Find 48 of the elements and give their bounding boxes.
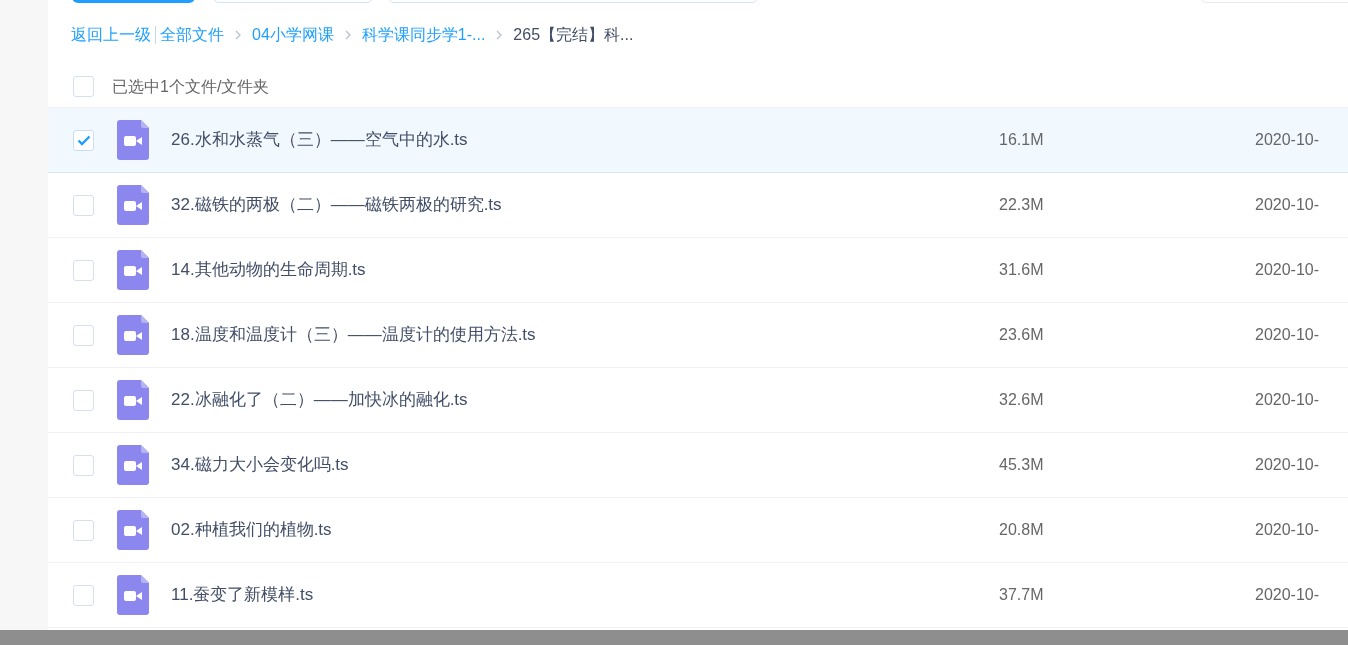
check-icon bbox=[76, 134, 91, 146]
file-size: 16.1M bbox=[999, 130, 1045, 150]
file-name[interactable]: 32.磁铁的两极（二）——磁铁两极的研究.ts bbox=[171, 192, 871, 218]
file-size: 20.8M bbox=[999, 520, 1045, 540]
checkbox[interactable] bbox=[73, 259, 94, 281]
file-date: 2020-10- bbox=[1255, 130, 1320, 150]
video-file-icon bbox=[117, 575, 149, 615]
file-size: 22.3M bbox=[999, 195, 1045, 215]
file-date: 2020-10- bbox=[1255, 520, 1320, 540]
file-name[interactable]: 11.蚕变了新模样.ts bbox=[171, 582, 871, 608]
checkbox[interactable] bbox=[73, 76, 94, 97]
video-file-icon bbox=[117, 120, 149, 160]
file-date: 2020-10- bbox=[1255, 325, 1320, 345]
checkbox[interactable] bbox=[73, 454, 94, 476]
file-name[interactable]: 02.种植我们的植物.ts bbox=[171, 517, 871, 543]
file-size: 31.6M bbox=[999, 260, 1045, 280]
file-name[interactable]: 22.冰融化了（二）——加快冰的融化.ts bbox=[171, 387, 871, 413]
file-size: 45.3M bbox=[999, 455, 1045, 475]
checkbox[interactable] bbox=[73, 519, 94, 541]
file-name[interactable]: 18.温度和温度计（三）——温度计的使用方法.ts bbox=[171, 322, 871, 348]
checkbox[interactable] bbox=[73, 129, 94, 151]
file-size: 32.6M bbox=[999, 390, 1045, 410]
video-file-icon bbox=[117, 250, 149, 290]
video-file-icon bbox=[117, 380, 149, 420]
checkbox[interactable] bbox=[73, 584, 94, 606]
file-row[interactable]: 26.水和水蒸气（三）——空气中的水.ts 16.1M 2020-10- bbox=[48, 108, 1348, 173]
video-file-icon bbox=[117, 315, 149, 355]
file-name[interactable]: 34.磁力大小会变化吗.ts bbox=[171, 452, 871, 478]
chevron-icon bbox=[495, 30, 504, 40]
chevron-icon bbox=[343, 30, 352, 40]
selection-count: 已选中1个文件/文件夹 bbox=[112, 76, 270, 97]
checkbox[interactable] bbox=[73, 194, 94, 216]
video-file-icon bbox=[117, 185, 149, 225]
file-size: 23.6M bbox=[999, 325, 1045, 345]
breadcrumb-current: 265【完结】科... bbox=[513, 25, 634, 45]
video-file-icon bbox=[117, 510, 149, 550]
file-date: 2020-10- bbox=[1255, 195, 1320, 215]
checkbox[interactable] bbox=[73, 324, 94, 346]
file-size: 37.7M bbox=[999, 585, 1045, 605]
chevron-icon bbox=[234, 30, 242, 40]
file-date: 2020-10- bbox=[1255, 455, 1320, 475]
file-date: 2020-10- bbox=[1255, 585, 1320, 605]
file-name[interactable]: 26.水和水蒸气（三）——空气中的水.ts bbox=[171, 127, 871, 153]
video-file-icon bbox=[117, 445, 149, 485]
file-date: 2020-10- bbox=[1255, 390, 1320, 410]
checkbox[interactable] bbox=[73, 389, 94, 411]
file-date: 2020-10- bbox=[1255, 260, 1320, 280]
file-name[interactable]: 14.其他动物的生命周期.ts bbox=[171, 257, 871, 283]
